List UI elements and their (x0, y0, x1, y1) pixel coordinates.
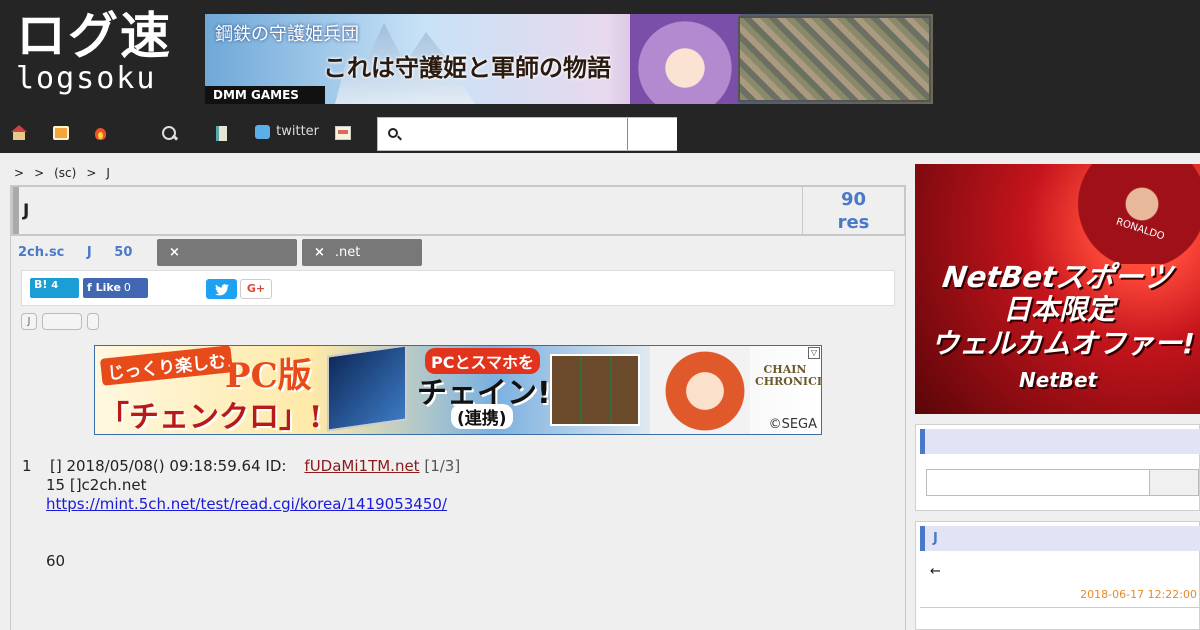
main-border (10, 185, 11, 630)
panel-header (920, 429, 1200, 454)
site-logo[interactable]: ログ速 logsoku (16, 10, 186, 100)
search-button[interactable] (627, 118, 677, 150)
banner-tagline: じっくり楽しむ (99, 346, 234, 386)
breadcrumb-item[interactable]: (sc) (54, 166, 76, 180)
hero-illustration (650, 346, 750, 434)
mini-button[interactable] (42, 313, 82, 330)
facebook-like-button[interactable]: f Like 0 (83, 278, 148, 298)
breadcrumb-item: > (34, 166, 45, 180)
tag-chip[interactable]: × .net (302, 239, 422, 266)
share-bar: B! 4 f Like 0 G+ (21, 270, 895, 306)
mini-button[interactable]: J (21, 313, 37, 330)
hatena-count: 4 (51, 280, 59, 291)
top-banner-ad[interactable]: 鋼鉄の守護姫兵団 これは守護姫と軍師の物語 DMM GAMES (205, 14, 933, 104)
banner-game-name: 「チェンクロ」! (99, 400, 323, 435)
ad-choices-icon[interactable]: ▽ (808, 347, 820, 359)
sidebar-search-input[interactable] (926, 469, 1150, 496)
post-body-line: 15 []c2ch.net (46, 476, 147, 494)
breadcrumb: > > (sc) > J (14, 166, 120, 180)
cards-illustration (550, 354, 640, 426)
breadcrumb-item: > (86, 166, 97, 180)
search-icon (388, 128, 398, 138)
meta-board[interactable]: J (87, 245, 92, 260)
res-label: res (837, 212, 870, 233)
banner-brand: CHAIN CHRONICLE (755, 363, 821, 388)
related-date: 2018-06-17 12:22:00 (1080, 588, 1197, 601)
post-url-link[interactable]: https://mint.5ch.net/test/read.cgi/korea… (46, 495, 447, 514)
twitter-icon (255, 124, 270, 139)
thread-title: J (23, 201, 30, 221)
post-id-count: [1/3] (424, 457, 461, 475)
mail-icon[interactable] (335, 126, 351, 140)
laptop-illustration (327, 346, 407, 432)
fire-icon[interactable] (93, 126, 109, 140)
meta-count: 50 (114, 245, 133, 260)
nav-twitter-label: twitter (276, 124, 320, 139)
banner-copyright: ©SEGA (768, 417, 817, 432)
back-arrow-link[interactable]: ← (930, 564, 941, 579)
thread-header: J 90 res (11, 185, 906, 236)
banner-title: PC版 (225, 356, 312, 396)
facebook-icon: f (87, 281, 92, 294)
fb-count: 0 (123, 281, 131, 294)
post-body-line: 60 (46, 552, 66, 570)
banner-headline: これは守護姫と軍師の物語 (323, 53, 611, 82)
battle-screenshot (738, 16, 931, 102)
hatena-bookmark-button[interactable]: B! 4 (30, 278, 79, 298)
sidebar-related-panel: J ← 2018-06-17 12:22:00 (915, 521, 1200, 630)
title-accent-bar (13, 187, 19, 234)
divider (920, 607, 1200, 608)
ad-brand: NetBet (1019, 368, 1098, 392)
hatena-label: B! (34, 278, 48, 291)
character-illustration (630, 14, 740, 104)
tv-icon[interactable] (53, 126, 69, 140)
breadcrumb-item[interactable]: J (106, 166, 110, 180)
banner-game-title: 鋼鉄の守護姫兵団 (215, 24, 359, 45)
ad-line: ウェルカムオファー! (931, 327, 1195, 360)
sidebar-search-button[interactable] (1149, 469, 1199, 496)
post-meta: [] 2018/05/08() 09:18:59.64 ID: (50, 457, 287, 475)
player-illustration (1055, 164, 1200, 264)
header-search (377, 117, 677, 151)
search-icon[interactable] (162, 126, 178, 140)
post-header: [] 2018/05/08() 09:18:59.64 ID: fUDaMi1TM… (50, 457, 460, 476)
main-border (905, 185, 906, 630)
close-icon[interactable]: × (169, 245, 180, 260)
panel-header: J (920, 526, 1200, 551)
logo-en: logsoku (16, 61, 157, 96)
res-count-box: 90 res (802, 187, 904, 234)
logo-jp: ログ速 (16, 7, 172, 65)
nav-twitter-link[interactable]: twitter (255, 124, 319, 142)
list-icon[interactable] (216, 126, 227, 141)
sidebar-ad[interactable]: RONALDO NetBetスポーツ 日本限定 ウェルカムオファー! NetBe… (915, 164, 1200, 414)
search-input[interactable] (406, 121, 626, 147)
mid-banner-ad[interactable]: じっくり楽しむ PC版 「チェンクロ」! PCとスマホを チェイン! (連携) … (94, 345, 822, 435)
tag-chip[interactable]: × (157, 239, 297, 266)
twitter-share-button[interactable] (206, 279, 237, 299)
banner-sub: (連携) (451, 404, 513, 429)
breadcrumb-item: > (14, 166, 25, 180)
post-number[interactable]: 1 (22, 457, 32, 476)
post-id-link[interactable]: fUDaMi1TM.net (304, 457, 419, 475)
res-count: 90 (840, 189, 867, 210)
tag-label: .net (334, 245, 361, 260)
close-icon[interactable]: × (314, 245, 325, 260)
fb-label: Like (95, 281, 121, 294)
meta-source[interactable]: 2ch.sc (18, 245, 64, 260)
thread-meta: 2ch.sc J 50 (18, 245, 150, 260)
home-icon[interactable] (11, 125, 28, 140)
sidebar-search-panel (915, 424, 1200, 511)
twitter-bird-icon (214, 283, 229, 295)
mini-button[interactable] (87, 313, 99, 330)
banner-brand: DMM GAMES (205, 86, 325, 104)
google-plus-button[interactable]: G+ (240, 279, 272, 299)
